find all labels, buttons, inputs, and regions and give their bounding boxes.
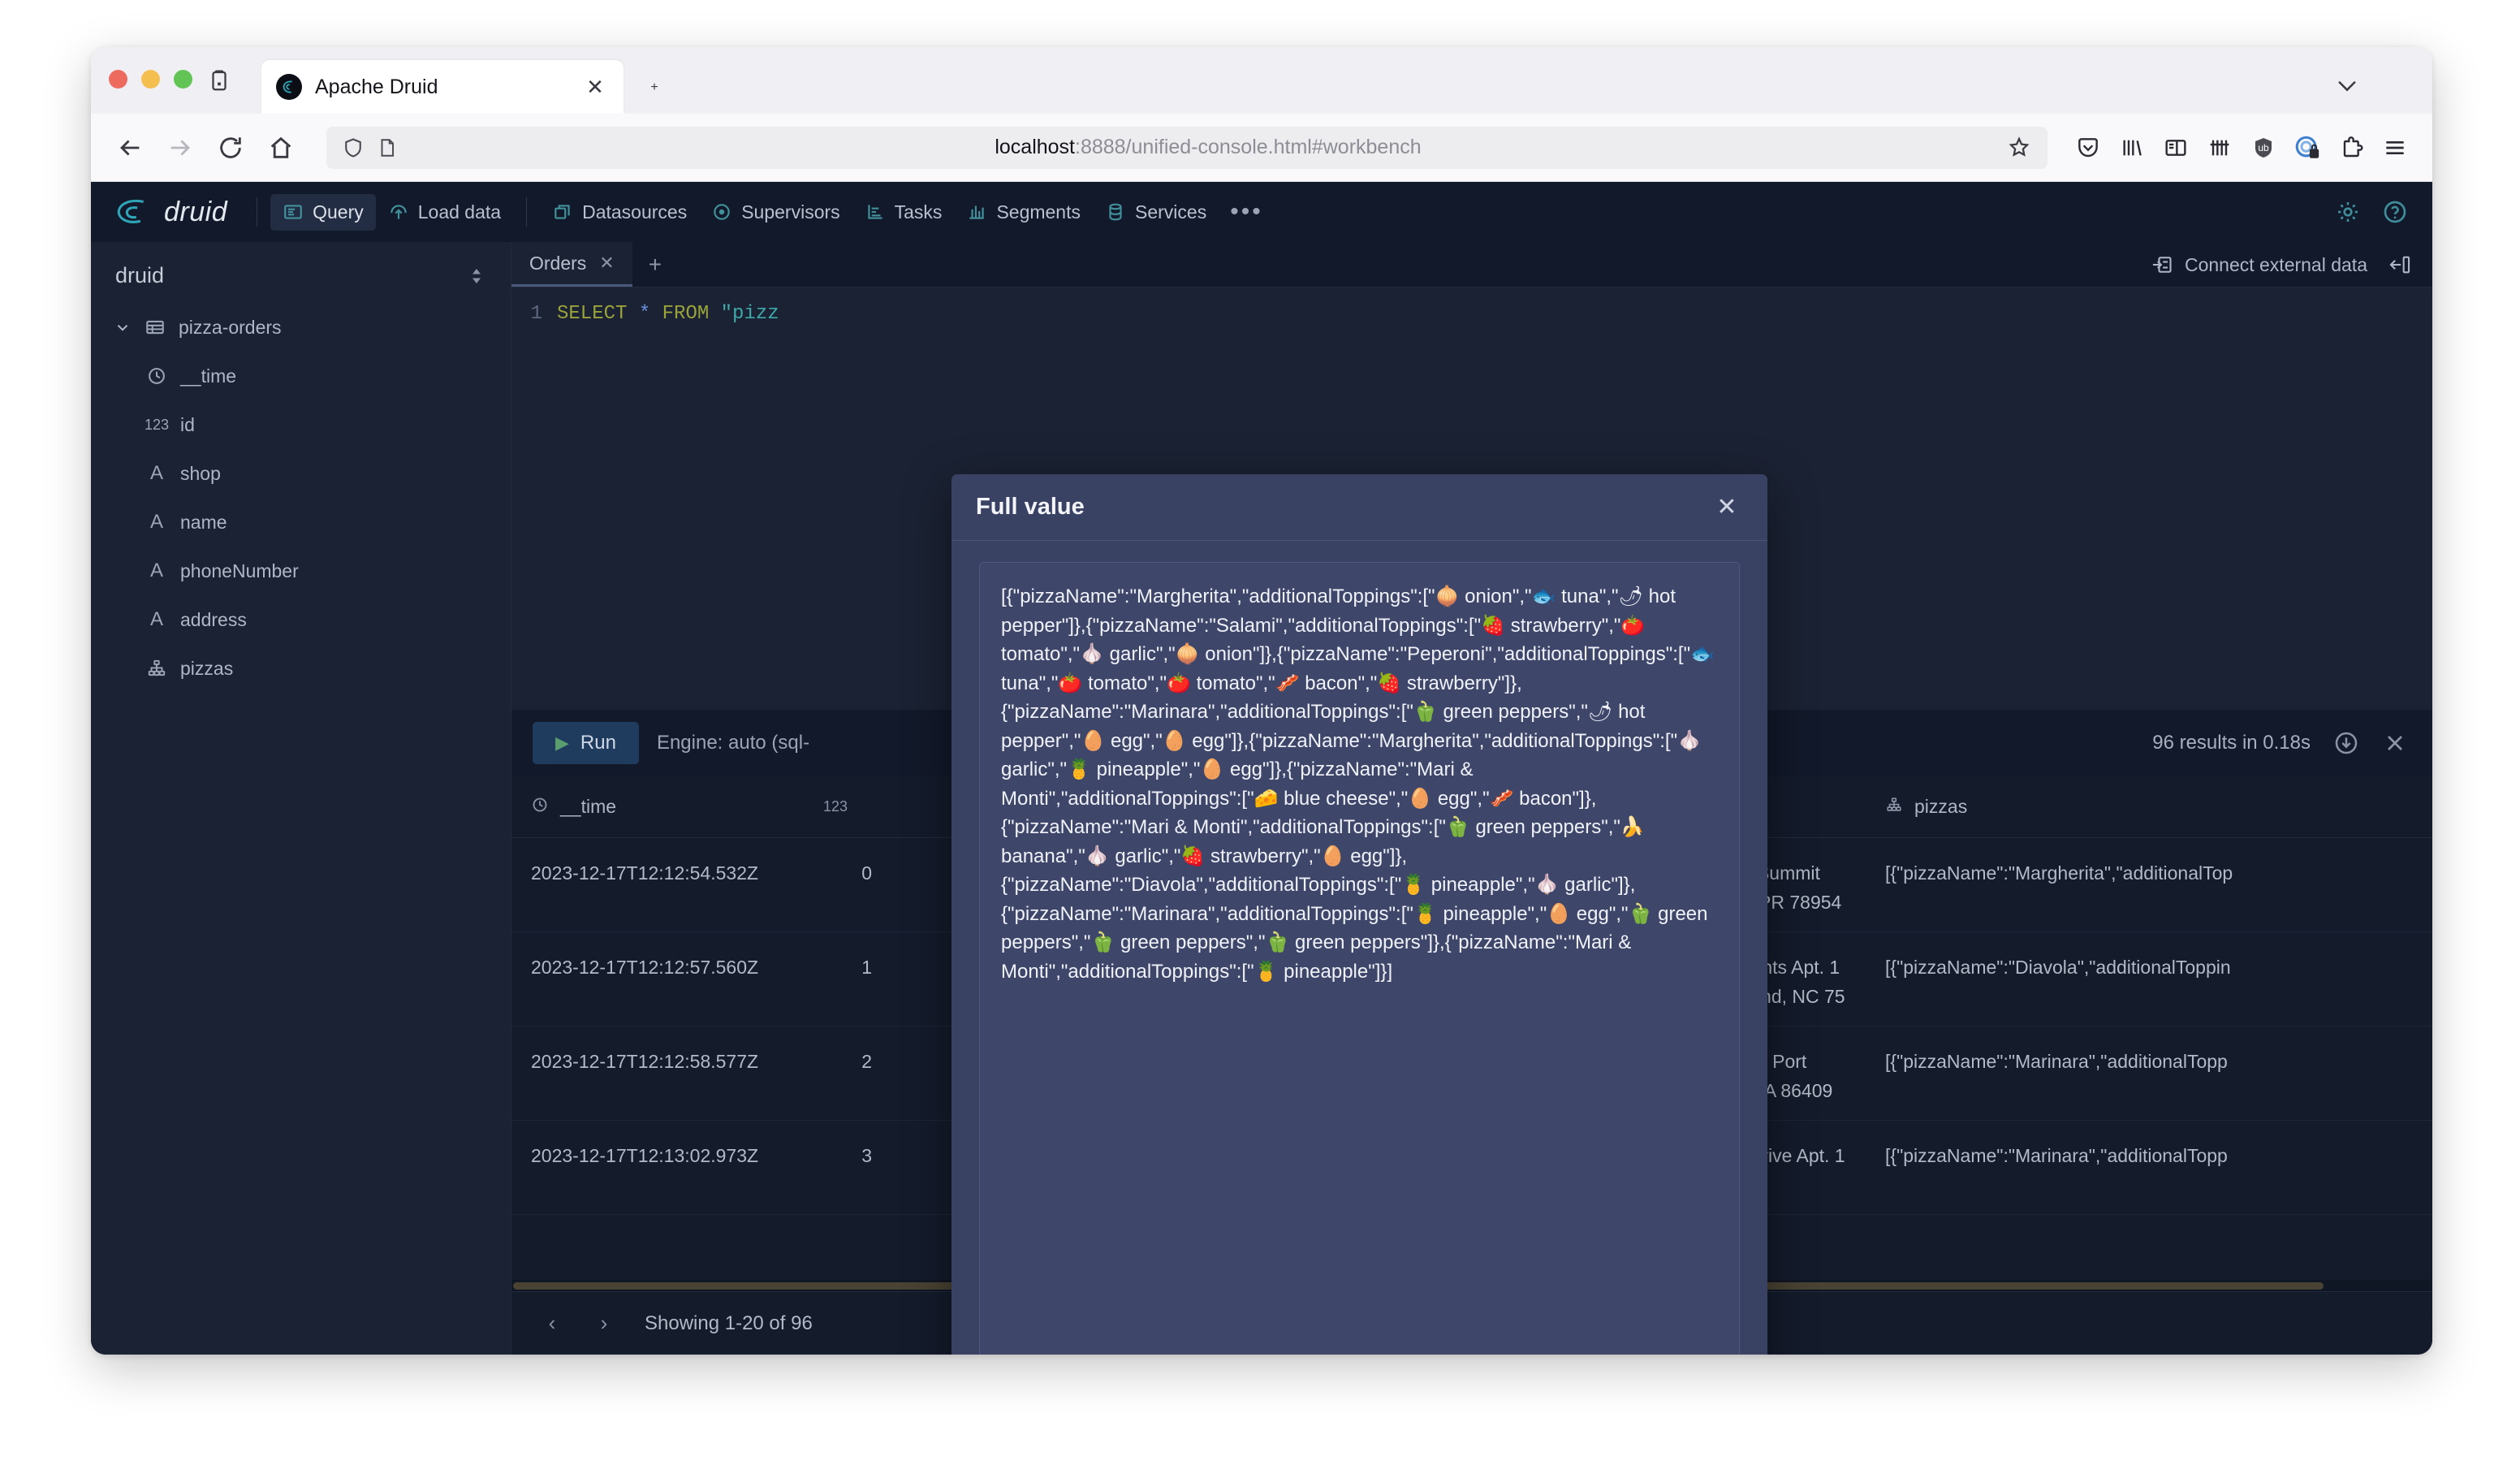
url-text: localhost:8888/unified-console.html#work… bbox=[409, 136, 2007, 159]
page-info-icon[interactable] bbox=[375, 136, 399, 160]
full-value-textarea[interactable]: [{"pizzaName":"Margherita","additionalTo… bbox=[979, 562, 1740, 1355]
pocket-icon[interactable] bbox=[2070, 130, 2106, 166]
dialog-body: [{"pizzaName":"Margherita","additionalTo… bbox=[951, 541, 1767, 1355]
minimize-window-button[interactable] bbox=[141, 70, 160, 89]
close-window-button[interactable] bbox=[109, 70, 127, 89]
reload-button[interactable] bbox=[211, 128, 250, 167]
new-tab-icon[interactable]: + bbox=[640, 73, 669, 102]
dialog-title: Full value bbox=[976, 494, 1711, 521]
shield-icon[interactable] bbox=[341, 136, 365, 160]
svg-text:ub: ub bbox=[2258, 142, 2269, 153]
privacy-badger-icon[interactable] bbox=[2289, 130, 2325, 166]
browser-nav-bar: localhost:8888/unified-console.html#work… bbox=[91, 114, 2432, 182]
druid-console: druid Query Loa bbox=[91, 182, 2432, 1355]
chevron-down-icon[interactable] bbox=[2333, 71, 2361, 99]
url-path: :8888/unified-console.html#workbench bbox=[1075, 136, 1422, 158]
app-menu-icon[interactable] bbox=[2377, 130, 2413, 166]
close-tab-icon[interactable]: ✕ bbox=[581, 73, 609, 101]
ublock-origin-icon[interactable]: ub bbox=[2246, 130, 2281, 166]
forward-button[interactable] bbox=[161, 128, 200, 167]
browser-window: Apache Druid ✕ + bbox=[91, 47, 2432, 1355]
close-dialog-icon[interactable]: ✕ bbox=[1711, 491, 1743, 524]
desktop-background: Apache Druid ✕ + bbox=[0, 0, 2520, 1465]
home-button[interactable] bbox=[261, 128, 300, 167]
druid-favicon-icon bbox=[276, 74, 302, 100]
window-traffic-lights bbox=[109, 70, 192, 89]
bookmark-star-icon[interactable] bbox=[2007, 135, 2033, 161]
url-host: localhost bbox=[995, 136, 1075, 158]
full-value-dialog: Full value ✕ [{"pizzaName":"Margherita",… bbox=[951, 474, 1767, 1355]
tab-title: Apache Druid bbox=[315, 76, 581, 99]
url-bar[interactable]: localhost:8888/unified-console.html#work… bbox=[326, 127, 2048, 169]
extensions-icon[interactable] bbox=[2333, 130, 2369, 166]
browser-tab[interactable]: Apache Druid ✕ bbox=[261, 60, 624, 114]
library-icon[interactable] bbox=[2114, 130, 2150, 166]
dialog-header: Full value ✕ bbox=[951, 474, 1767, 541]
back-button[interactable] bbox=[110, 128, 149, 167]
list-all-tabs-icon[interactable] bbox=[207, 68, 231, 93]
sidebar-icon[interactable] bbox=[2158, 130, 2194, 166]
maximize-window-button[interactable] bbox=[174, 70, 192, 89]
browser-tab-strip: Apache Druid ✕ + bbox=[91, 47, 2432, 114]
containers-icon[interactable] bbox=[2202, 130, 2237, 166]
